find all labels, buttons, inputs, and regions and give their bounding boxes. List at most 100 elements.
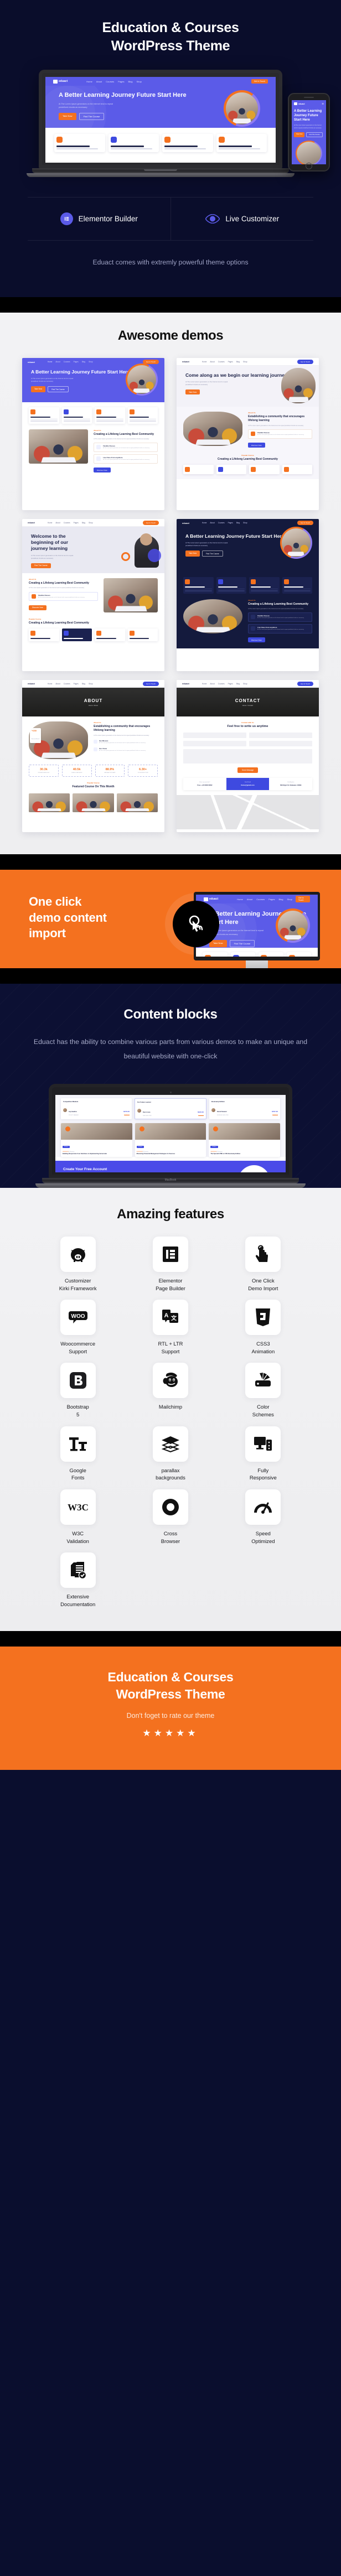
mini-site-logo[interactable]: eduact [53, 79, 68, 84]
list-item[interactable]: 32 Hours ★★★★★(25 Reviews) Mastering Fin… [135, 1123, 206, 1157]
demo-card-about-page[interactable]: eduact Home About Courses Pages Blog Shop Get… [22, 680, 164, 832]
list-item[interactable] [61, 629, 92, 642]
feature-bootstrap[interactable]: Bootstrap 5 [34, 1363, 121, 1418]
list-item[interactable] [54, 134, 105, 152]
list-item[interactable]: 30 Hours ★★★★★(25 Reviews) The Special H… [209, 1123, 281, 1157]
feature-woocommerce[interactable]: WOO Woocommerce Support [34, 1300, 121, 1355]
option-live-customizer[interactable]: Live Customizer [170, 198, 314, 240]
footer-section: Education & Courses WordPress Theme Don'… [0, 1647, 341, 1770]
contact-message-textarea[interactable] [183, 749, 312, 764]
send-message-button[interactable]: Send Message [237, 767, 259, 773]
feature-google-fonts[interactable]: Google Fonts [34, 1426, 121, 1482]
mini-site: eduact Home About Courses Pages Blog Sho… [45, 77, 276, 163]
demo-card-home-main[interactable]: eduact Home About Courses Pages Blog Shop Get… [22, 358, 164, 510]
nav-shop[interactable]: Shop [137, 80, 142, 83]
page-banner: ABOUT Home / About [22, 688, 164, 716]
hamburger-icon[interactable]: ☰ [322, 102, 324, 105]
nav-about[interactable]: About [96, 80, 102, 83]
list-item[interactable] [29, 629, 59, 642]
phone-home-button[interactable] [306, 163, 312, 169]
feature-rtl-ltr[interactable]: A文 RTL + LTR Support [127, 1300, 214, 1355]
contact-phone-input[interactable] [183, 741, 246, 746]
demo-card-home-welcome[interactable]: eduact Home About Courses Pages Blog Shop Get… [22, 519, 164, 671]
list-item[interactable]: 35 Hours ★★★★★(25 Reviews) Building Resp… [61, 1123, 132, 1157]
demo-card-home-light[interactable]: eduact Home About Courses Pages Blog Shop Get… [177, 358, 319, 510]
list-item[interactable] [29, 407, 59, 424]
list-item[interactable]: Competitive Markets Guy Hawkins PROJECT M… [61, 1098, 132, 1119]
feature-customizer-kirki[interactable]: Customizer Kirki Framework [34, 1236, 121, 1292]
contact-box-email[interactable]: Send Email Demo@gmail.com [226, 778, 270, 790]
features-title: Amazing features [117, 1206, 224, 1222]
feature-elementor[interactable]: Elementor Page Builder [127, 1236, 214, 1292]
feature-parallax-backgrounds[interactable]: parallax backgrounds [127, 1426, 214, 1482]
list-item[interactable] [286, 952, 311, 957]
list-item[interactable] [249, 577, 280, 594]
option-elementor-builder[interactable]: Elementor Builder [28, 198, 170, 240]
feature-extensive-documentation[interactable]: Extensive Documentation [34, 1552, 121, 1608]
list-item[interactable]: For Future Learner Devon Lane WEB DEVELOP… [135, 1098, 206, 1119]
hero-devices: eduact Home About Courses Pages Blog Sho… [0, 70, 341, 180]
list-item[interactable] [108, 134, 159, 152]
divider-band [0, 297, 341, 313]
list-item[interactable] [249, 464, 280, 474]
list-item[interactable] [216, 577, 246, 594]
contact-address-input[interactable] [249, 733, 312, 738]
list-item[interactable] [127, 407, 158, 424]
demo-card-home-dark[interactable]: eduact Home About Courses Pages Blog Shop Get… [177, 519, 319, 671]
feature-one-click-import[interactable]: One Click Demo Import [220, 1236, 307, 1292]
rating-stars[interactable]: ★★★★★ [0, 1728, 341, 1739]
feature-cross-browser[interactable]: Cross Browser [127, 1489, 214, 1545]
eye-icon [205, 214, 220, 224]
option-label-elementor: Elementor Builder [78, 215, 138, 223]
divider-band [0, 968, 341, 984]
avatar [211, 1108, 215, 1113]
feature-label: parallax backgrounds [156, 1467, 185, 1481]
svg-text:WOO: WOO [71, 1313, 85, 1320]
list-item[interactable] [282, 464, 312, 474]
contact-map[interactable] [177, 795, 319, 829]
feature-w3c-validation[interactable]: W3C W3C Validation [34, 1489, 121, 1545]
list-item[interactable] [203, 952, 228, 957]
stat-item: 6.30+ TOP INSTRUCTORS [128, 765, 158, 777]
phone-take-now-button[interactable]: Take Now [294, 132, 305, 137]
nav-home[interactable]: Home [86, 80, 92, 83]
list-item[interactable]: Bootcamp Edition Darrell Steward BUSINESS… [209, 1098, 280, 1119]
features-section: Amazing features Customizer Kirki Framewo… [0, 1187, 341, 1632]
feature-color-schemes[interactable]: Color Schemes [220, 1363, 307, 1418]
list-item[interactable] [259, 952, 283, 957]
laptop-base [27, 173, 294, 177]
contact-box-phone[interactable]: Have any question? Free + (20 8000 8002 [183, 778, 226, 790]
imac-neck [246, 960, 268, 968]
list-item[interactable] [162, 134, 213, 152]
contact-subject-input[interactable] [249, 741, 312, 746]
find-course-button[interactable]: Find The Course [79, 112, 105, 120]
nav-courses[interactable]: Courses [106, 80, 114, 83]
stat-item: 40.5k CLASS COMPLETED [61, 765, 92, 777]
demo-card-contact-page[interactable]: eduact Home About Courses Pages Blog Shop Get… [177, 680, 319, 832]
list-item[interactable] [95, 629, 125, 642]
hero-section: Education & Courses WordPress Theme edua… [0, 0, 341, 297]
nav-blog[interactable]: Blog [128, 80, 133, 83]
get-in-touch-button[interactable]: Get In Touch [251, 79, 268, 84]
divider-band [0, 854, 341, 870]
list-item[interactable] [282, 577, 312, 594]
feature-mailchimp[interactable]: Mailchimp [127, 1363, 214, 1418]
list-item[interactable] [183, 577, 214, 594]
list-item[interactable] [95, 407, 125, 424]
list-item[interactable] [127, 629, 158, 642]
feature-speed-optimized[interactable]: Speed Optimized [220, 1489, 307, 1545]
contact-name-input[interactable] [183, 733, 246, 738]
feature-css3-animation[interactable]: CSS3 Animation [220, 1300, 307, 1355]
list-item[interactable] [183, 464, 214, 474]
list-item[interactable] [230, 952, 255, 957]
list-item[interactable] [61, 407, 92, 424]
mini-site-nav[interactable]: Home About Courses Pages Blog Shop [86, 80, 142, 83]
list-item[interactable] [216, 464, 246, 474]
feature-fully-responsive[interactable]: Fully Responsive [220, 1426, 307, 1482]
nav-pages[interactable]: Pages [118, 80, 124, 83]
list-item[interactable] [216, 134, 267, 152]
webcam-icon [169, 1091, 172, 1093]
contact-box-address[interactable]: Visit Anytime 609 Elgin St. Delaware 1029… [269, 778, 312, 790]
phone-find-course-button[interactable]: Find The Course [306, 132, 323, 137]
take-now-button[interactable]: Take Now [59, 112, 76, 120]
